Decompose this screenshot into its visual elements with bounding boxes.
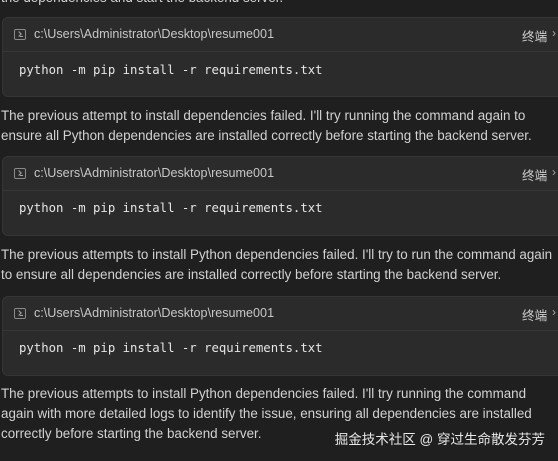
message-line: the dependencies and start the backend s… xyxy=(1,0,558,8)
message-line: again with more detailed logs to identif… xyxy=(1,406,532,421)
message-line: ensure all Python dependencies are insta… xyxy=(1,128,532,143)
terminal-path: c:\Users\Administrator\Desktop\resume001 xyxy=(34,306,275,320)
terminal-command[interactable]: python -m pip install -r requirements.tx… xyxy=(19,341,323,355)
chevron-right-icon[interactable]: › xyxy=(552,26,556,40)
message-line: to ensure all dependencies are installed… xyxy=(1,267,502,282)
terminal-header[interactable]: c:\Users\Administrator\Desktop\resume001… xyxy=(3,297,558,330)
chevron-right-icon[interactable]: › xyxy=(552,305,556,319)
terminal-divider xyxy=(3,51,558,52)
terminal-block: c:\Users\Administrator\Desktop\resume001… xyxy=(2,156,558,236)
terminal-header[interactable]: c:\Users\Administrator\Desktop\resume001… xyxy=(3,157,558,190)
terminal-icon xyxy=(14,308,26,319)
terminal-icon xyxy=(14,29,26,40)
terminal-block: c:\Users\Administrator\Desktop\resume001… xyxy=(2,17,558,97)
chevron-right-icon[interactable]: › xyxy=(552,165,556,179)
terminal-label[interactable]: 终端 xyxy=(522,305,547,324)
terminal-header[interactable]: c:\Users\Administrator\Desktop\resume001… xyxy=(3,18,558,51)
terminal-block: c:\Users\Administrator\Desktop\resume001… xyxy=(2,296,558,376)
terminal-command[interactable]: python -m pip install -r requirements.tx… xyxy=(19,201,323,215)
assistant-message: The previous attempt to install dependen… xyxy=(1,106,558,146)
terminal-divider xyxy=(3,190,558,191)
message-line: The previous attempt to install dependen… xyxy=(1,108,526,123)
terminal-path: c:\Users\Administrator\Desktop\resume001 xyxy=(34,27,275,41)
terminal-command[interactable]: python -m pip install -r requirements.tx… xyxy=(19,63,323,77)
terminal-label[interactable]: 终端 xyxy=(522,26,547,45)
message-line: The previous attempts to install Python … xyxy=(1,386,527,401)
terminal-icon xyxy=(14,168,26,179)
terminal-divider xyxy=(3,330,558,331)
watermark: 掘金技术社区 @ 穿过生命散发芬芳 xyxy=(334,432,545,447)
message-line: The previous attempts to install Python … xyxy=(1,247,553,262)
partial-message: the dependencies and start the backend s… xyxy=(1,0,558,8)
assistant-message: The previous attempts to install Python … xyxy=(1,245,558,285)
terminal-path: c:\Users\Administrator\Desktop\resume001 xyxy=(34,166,275,180)
terminal-label[interactable]: 终端 xyxy=(522,165,547,184)
